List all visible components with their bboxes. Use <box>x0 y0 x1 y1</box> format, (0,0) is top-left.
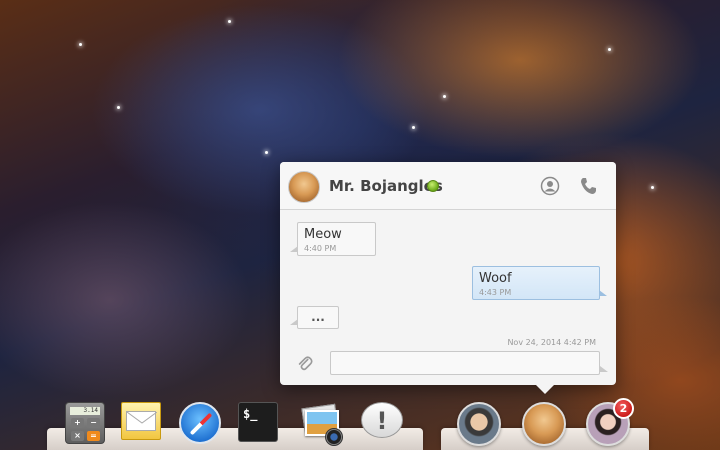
contact-avatar[interactable] <box>288 171 320 203</box>
paperclip-icon[interactable] <box>296 355 314 373</box>
envelope <box>126 411 158 431</box>
message-text: Woof <box>479 271 512 286</box>
star <box>265 151 268 154</box>
notification-glyph: ! <box>361 402 403 438</box>
compass-needle <box>189 412 213 436</box>
message-incoming: Meow 4:40 PM <box>290 222 376 256</box>
star <box>412 126 415 129</box>
star <box>608 48 611 51</box>
chat-window: Mr. Bojangles Meow 4:40 PM Woof 4:43 PM … <box>280 162 616 394</box>
calculator-icon[interactable]: 3.14 + − × = <box>65 402 107 444</box>
message-outgoing: Woof 4:43 PM <box>472 266 607 300</box>
mail-icon[interactable] <box>121 402 163 444</box>
calculator-body: 3.14 + − × = <box>65 402 105 444</box>
photos-icon[interactable] <box>301 402 343 446</box>
message-time: 4:40 PM <box>304 244 337 253</box>
exclamation-bubble-icon[interactable]: ! <box>361 402 403 444</box>
star <box>79 43 82 46</box>
terminal-prompt: $_ <box>238 402 278 442</box>
message-input[interactable] <box>330 351 600 375</box>
compass-icon[interactable] <box>179 402 221 444</box>
star <box>228 20 231 23</box>
message-time: 4:43 PM <box>479 288 512 297</box>
calc-key: × <box>71 431 84 441</box>
phone-icon[interactable] <box>578 176 598 196</box>
calc-key: = <box>87 431 100 441</box>
calculator-display: 3.14 <box>70 407 100 415</box>
mail-body <box>121 402 161 440</box>
calc-key: + <box>71 418 84 428</box>
terminal-icon[interactable]: $_ <box>238 402 280 444</box>
typing-indicator: ... <box>290 306 339 329</box>
camera-lens <box>325 428 343 446</box>
compose-tail <box>600 366 608 372</box>
message-text: Meow <box>304 227 342 242</box>
compass-body <box>179 402 221 444</box>
online-status-icon <box>427 180 439 192</box>
conversation-timestamp: Nov 24, 2014 4:42 PM <box>507 338 596 347</box>
user-profile-icon[interactable] <box>540 176 560 196</box>
contact-avatar-2[interactable] <box>522 402 566 446</box>
star <box>651 186 654 189</box>
contact-avatar-1[interactable] <box>457 402 501 446</box>
chat-header: Mr. Bojangles <box>280 162 616 210</box>
star <box>117 106 120 109</box>
unread-badge: 2 <box>613 398 634 419</box>
contact-name: Mr. Bojangles <box>329 177 443 195</box>
star <box>443 95 446 98</box>
calc-key: − <box>87 418 100 428</box>
